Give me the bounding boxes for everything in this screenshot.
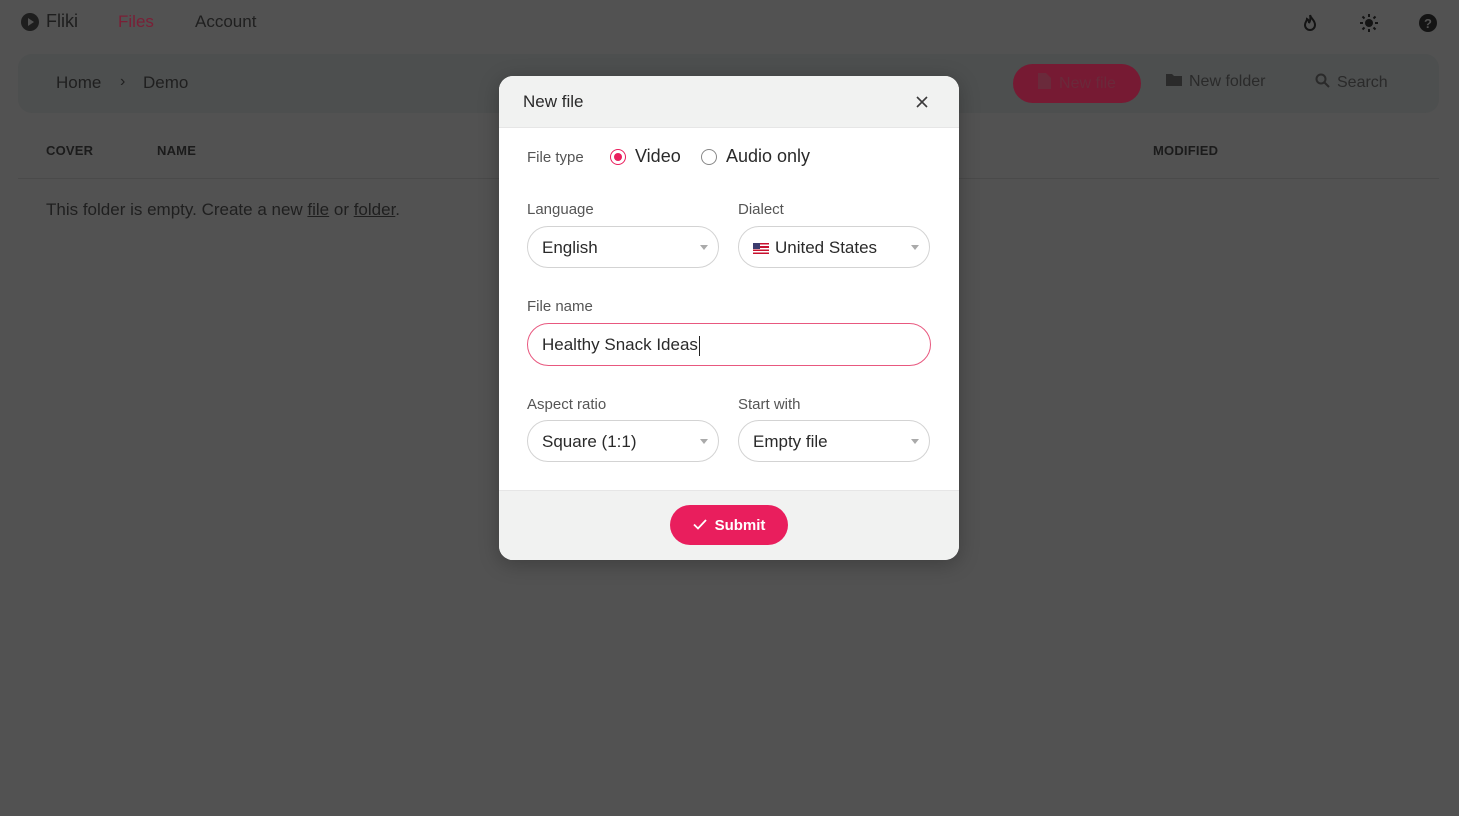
radio-audio-only-label: Audio only	[726, 146, 811, 166]
language-select[interactable]: English	[527, 226, 719, 268]
text-cursor	[698, 335, 700, 356]
dialog-title: New file	[523, 92, 584, 111]
file-name-label: File name	[527, 298, 593, 315]
dialog-header: New file	[499, 76, 959, 128]
new-folder-icon	[1166, 73, 1182, 91]
dialect-value: United States	[775, 238, 878, 257]
chevron-down-icon	[911, 245, 919, 250]
search-icon	[1315, 73, 1330, 93]
us-flag-icon	[753, 242, 769, 254]
radio-audio-only[interactable]: Audio only	[701, 146, 810, 167]
breadcrumb-separator: ›	[120, 73, 126, 90]
file-type-label: File type	[527, 149, 584, 166]
brand-name: Fliki	[46, 11, 78, 31]
radio-video-label: Video	[635, 146, 681, 166]
submit-button[interactable]: Submit	[670, 505, 788, 545]
nav-link-account[interactable]: Account	[195, 12, 256, 32]
search-button[interactable]: Search	[1315, 73, 1388, 93]
sun-icon[interactable]	[1357, 11, 1381, 35]
fire-icon[interactable]	[1298, 11, 1322, 35]
create-folder-link[interactable]: folder	[354, 200, 396, 219]
check-icon	[692, 517, 707, 534]
radio-video-button[interactable]	[610, 148, 626, 165]
new-folder-label: New folder	[1189, 73, 1266, 90]
empty-state-message: This folder is empty. Create a new file …	[46, 200, 400, 220]
chevron-down-icon	[911, 439, 919, 444]
new-file-button[interactable]: New file	[1013, 64, 1141, 103]
start-with-label: Start with	[738, 396, 801, 413]
breadcrumb-current: Demo	[143, 73, 189, 92]
file-name-value-wrap: Healthy Snack Ideas	[542, 335, 700, 356]
empty-state-suffix: .	[395, 200, 401, 219]
file-name-input[interactable]: Healthy Snack Ideas	[527, 323, 931, 366]
chevron-down-icon	[700, 245, 708, 250]
empty-state-prefix: This folder is empty. Create a new	[46, 200, 308, 219]
submit-label: Submit	[714, 516, 766, 534]
column-header-name[interactable]: NAME	[157, 143, 196, 158]
chevron-down-icon	[700, 439, 708, 444]
close-icon[interactable]	[913, 93, 931, 111]
file-name-value: Healthy Snack Ideas	[542, 335, 698, 354]
empty-state-middle: or	[329, 200, 354, 219]
column-header-cover[interactable]: COVER	[46, 143, 93, 158]
language-label: Language	[527, 201, 594, 218]
top-navigation: Fliki Files Account ?	[0, 0, 1459, 46]
radio-video[interactable]: Video	[610, 146, 681, 167]
nav-link-files[interactable]: Files	[118, 12, 154, 32]
fliki-logo-icon	[20, 12, 40, 32]
new-folder-button[interactable]: New folder	[1166, 73, 1265, 91]
start-with-select[interactable]: Empty file	[738, 420, 930, 462]
breadcrumb-home[interactable]: Home	[56, 73, 101, 93]
new-file-label: New file	[1059, 74, 1116, 92]
aspect-ratio-value: Square (1:1)	[542, 432, 637, 451]
search-label: Search	[1337, 74, 1388, 91]
aspect-ratio-label: Aspect ratio	[527, 396, 607, 413]
svg-text:?: ?	[1424, 16, 1432, 31]
dialect-label: Dialect	[738, 201, 784, 218]
dialect-select[interactable]: United States	[738, 226, 930, 268]
aspect-ratio-select[interactable]: Square (1:1)	[527, 420, 719, 462]
radio-audio-only-button[interactable]	[701, 148, 717, 165]
language-value: English	[542, 238, 598, 257]
column-header-modified[interactable]: MODIFIED	[1153, 143, 1218, 158]
help-icon[interactable]: ?	[1416, 11, 1440, 35]
new-file-icon	[1038, 73, 1052, 94]
brand[interactable]: Fliki	[20, 11, 78, 32]
create-file-link[interactable]: file	[307, 200, 329, 219]
dialect-value-wrap: United States	[753, 238, 877, 258]
start-with-value: Empty file	[753, 432, 828, 451]
